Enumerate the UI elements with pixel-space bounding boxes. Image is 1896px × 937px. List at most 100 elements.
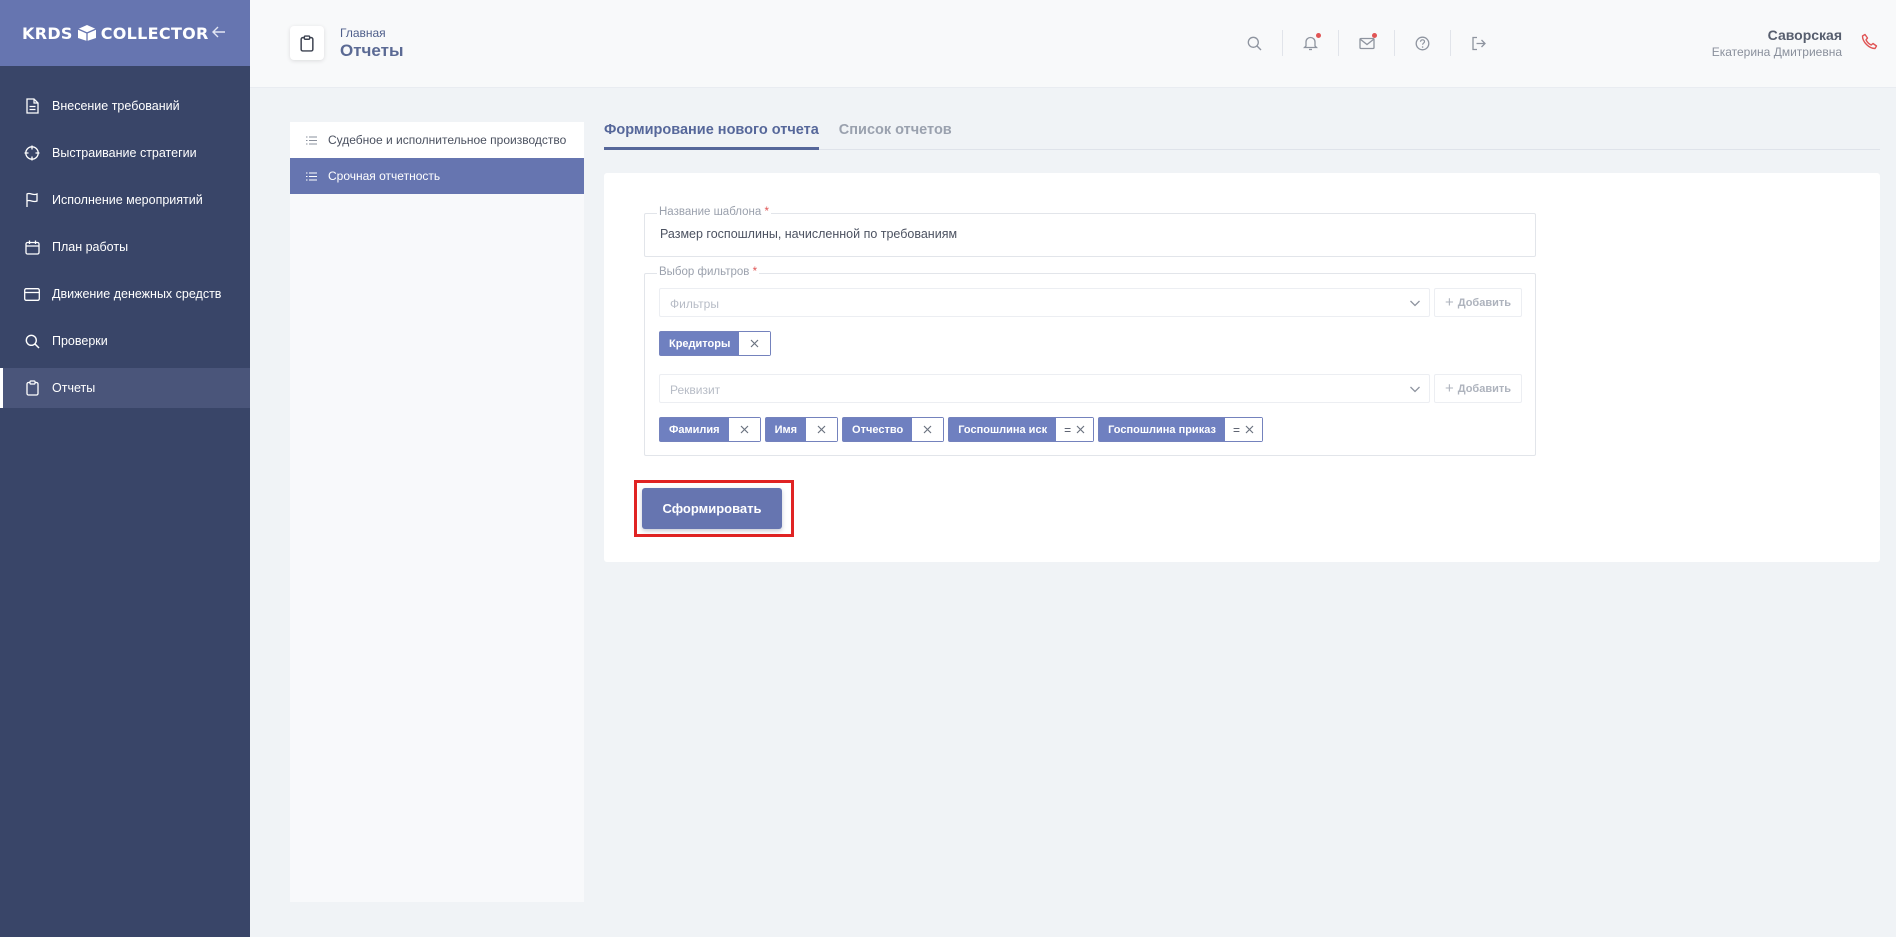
breadcrumb[interactable]: Главная — [340, 26, 386, 40]
header-toolbar — [1226, 30, 1506, 56]
sidebar: KRDS COLLECTOR Внесение требований Выстр… — [0, 0, 250, 937]
list-icon — [306, 135, 317, 145]
report-item-court-proceedings[interactable]: Судебное и исполнительное производство — [290, 122, 584, 158]
clipboard-icon — [300, 34, 314, 52]
tab-new-report[interactable]: Формирование нового отчета — [604, 122, 819, 150]
sidebar-item-strategy[interactable]: Выстраивание стратегии — [0, 133, 250, 173]
help-circle-icon — [1415, 36, 1430, 50]
submit-highlight: Сформировать — [634, 480, 794, 537]
template-name-field[interactable]: Название шаблона * Размер госпошлины, на… — [644, 206, 1536, 257]
sidebar-item-work-plan[interactable]: План работы — [0, 227, 250, 267]
sidebar-item-label: Выстраивание стратегии — [52, 146, 197, 160]
chevron-down-icon — [1410, 386, 1420, 393]
page-title: Отчеты — [340, 41, 404, 60]
user-info[interactable]: Саворская Екатерина Дмитриевна — [1712, 27, 1842, 59]
report-item-label: Срочная отчетность — [328, 169, 441, 183]
sidebar-item-activities[interactable]: Исполнение мероприятий — [0, 180, 250, 220]
filter-chips: Кредиторы — [659, 331, 775, 356]
chip-controls — [912, 418, 944, 441]
close-icon[interactable] — [817, 425, 826, 434]
chip-operator[interactable]: = — [1233, 423, 1240, 437]
list-icon — [306, 171, 317, 181]
chip-label: Госпошлина иск — [949, 418, 1057, 441]
sidebar-menu: Внесение требований Выстраивание стратег… — [0, 86, 250, 408]
chip-label: Кредиторы — [660, 332, 740, 355]
chip-first-name: Имя — [764, 417, 839, 442]
sidebar-item-label: Исполнение мероприятий — [52, 193, 203, 207]
requisite-chips: Фамилия Имя Отчество Госпошлина иск = Го… — [659, 417, 1267, 442]
messages-button[interactable] — [1338, 30, 1394, 56]
generate-report-button[interactable]: Сформировать — [642, 488, 782, 529]
filters-select[interactable]: Фильтры — [659, 288, 1430, 317]
template-name-label: Название шаблона * — [657, 206, 771, 218]
user-name: Екатерина Дмитриевна — [1711, 45, 1842, 59]
logout-button[interactable] — [1450, 30, 1506, 56]
sidebar-item-requirements[interactable]: Внесение требований — [0, 86, 250, 126]
chip-duty-order: Госпошлина приказ = — [1098, 417, 1263, 442]
tab-report-list[interactable]: Список отчетов — [839, 122, 952, 150]
bell-icon — [1303, 36, 1318, 51]
chip-controls — [728, 418, 760, 441]
sidebar-item-label: Движение денежных средств — [52, 287, 222, 301]
chip-duty-claim: Госпошлина иск = — [948, 417, 1095, 442]
header-search-button[interactable] — [1226, 30, 1282, 56]
logout-icon — [1472, 36, 1486, 50]
search-icon — [1247, 36, 1261, 50]
document-icon — [24, 98, 40, 114]
requisite-placeholder: Реквизит — [670, 383, 721, 397]
app-logo[interactable]: KRDS COLLECTOR — [22, 24, 209, 43]
report-list-panel: Судебное и исполнительное производство С… — [290, 122, 584, 902]
add-requisite-label: Добавить — [1457, 382, 1512, 395]
crosshair-icon — [24, 145, 40, 161]
report-tabs: Формирование нового отчета Список отчето… — [604, 122, 1880, 150]
close-icon[interactable] — [750, 339, 759, 348]
sidebar-item-label: Проверки — [52, 334, 108, 348]
chip-controls — [806, 418, 838, 441]
report-item-urgent-reporting[interactable]: Срочная отчетность — [290, 158, 584, 194]
chip-label: Госпошлина приказ — [1099, 418, 1225, 441]
add-filter-button[interactable]: + Добавить — [1434, 288, 1522, 317]
chip-operator[interactable]: = — [1064, 423, 1071, 437]
template-name-value: Размер госпошлины, начисленной по требов… — [660, 227, 958, 241]
chip-controls: = — [1224, 418, 1262, 441]
calendar-icon — [24, 239, 40, 255]
sidebar-item-checks[interactable]: Проверки — [0, 321, 250, 361]
chip-patronymic: Отчество — [842, 417, 945, 442]
sidebar-item-reports[interactable]: Отчеты — [0, 368, 250, 408]
close-icon[interactable] — [923, 425, 932, 434]
chevron-down-icon — [1410, 300, 1420, 307]
add-requisite-button[interactable]: + Добавить — [1434, 374, 1522, 403]
notifications-button[interactable] — [1282, 30, 1338, 56]
plus-icon: + — [1444, 380, 1454, 397]
sidebar-item-label: План работы — [52, 240, 129, 254]
cube-icon — [77, 25, 96, 41]
message-dot — [1372, 33, 1377, 38]
chip-label: Фамилия — [660, 418, 729, 441]
mail-icon — [1358, 37, 1375, 49]
close-icon[interactable] — [1076, 425, 1085, 434]
chip-controls: = — [1056, 418, 1094, 441]
close-icon[interactable] — [740, 425, 749, 434]
sidebar-item-cash-flow[interactable]: Движение денежных средств — [0, 274, 250, 314]
arrow-left-icon[interactable] — [212, 24, 226, 42]
notification-dot — [1316, 33, 1321, 38]
flag-icon — [24, 192, 40, 208]
clipboard-icon — [24, 380, 40, 396]
filters-label: Выбор фильтров * — [657, 266, 760, 278]
report-form-card: Название шаблона * Размер госпошлины, на… — [604, 173, 1880, 562]
chip-surname: Фамилия — [659, 417, 761, 442]
logo-text-right: COLLECTOR — [100, 23, 209, 43]
required-mark: * — [764, 206, 769, 218]
required-mark: * — [752, 266, 758, 278]
top-header: Главная Отчеты Саворская Екатерина Дмитр… — [250, 0, 1896, 88]
chip-controls — [739, 332, 771, 355]
close-icon[interactable] — [1245, 425, 1254, 434]
filters-placeholder: Фильтры — [670, 297, 719, 311]
help-button[interactable] — [1394, 30, 1450, 56]
requisite-select[interactable]: Реквизит — [659, 374, 1430, 403]
user-surname: Саворская — [1767, 27, 1842, 43]
sidebar-item-label: Внесение требований — [52, 99, 180, 113]
credit-card-icon — [24, 286, 40, 302]
phone-icon[interactable] — [1861, 33, 1878, 55]
search-icon — [24, 333, 40, 349]
